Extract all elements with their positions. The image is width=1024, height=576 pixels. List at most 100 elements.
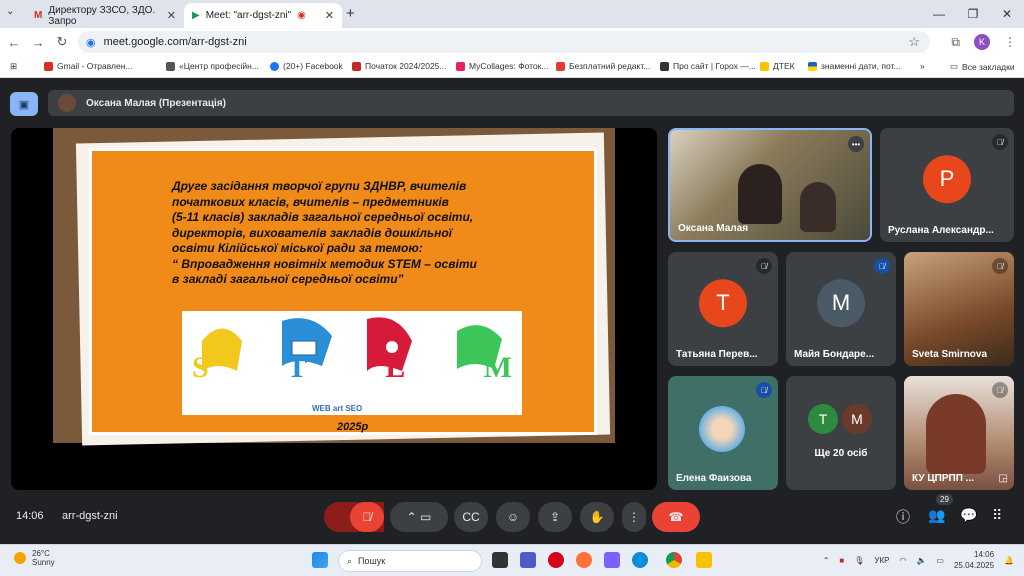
participant-tile[interactable]: 🎙̸ Sveta Smirnova xyxy=(904,252,1014,366)
tab-2-title: Meet: "arr-dgst-zni" xyxy=(205,10,292,21)
tab-1-title: Директору ЗЗСО, ЗДО. Запро xyxy=(48,4,156,27)
chat-icon[interactable]: 💬 xyxy=(960,507,977,524)
taskbar: 26°C Sunny ⌕ Пошук ⌃ ■ 🎙 УКР ◠ 🔈 ▭ 14:06… xyxy=(0,544,1024,576)
present-button[interactable]: ⇪ xyxy=(538,502,572,532)
bookmark-dtek[interactable]: ДТЕК xyxy=(760,61,795,71)
stem-t: T xyxy=(287,351,308,384)
site-info-icon[interactable]: ◉ xyxy=(86,36,96,49)
participant-avatar: М xyxy=(842,404,872,434)
more-options-icon[interactable]: ••• xyxy=(848,136,864,152)
presentation-stage: Друге засідання творчої групи ЗДНВР, вчи… xyxy=(11,128,657,490)
new-tab-button[interactable]: + xyxy=(346,5,355,22)
speaking-icon: 🎙̸ xyxy=(756,382,772,398)
menu-icon[interactable]: ⋮ xyxy=(1004,35,1016,49)
presentation-layout-button[interactable]: ▣ xyxy=(10,92,38,116)
app-tray-icon[interactable]: ■ xyxy=(839,556,844,565)
participant-tile[interactable]: ••• Оксана Малая xyxy=(668,128,872,242)
facebook-icon xyxy=(270,61,279,71)
bookmark-editor[interactable]: Безплатний редакт... xyxy=(556,61,650,71)
speaking-icon: 🎙̸ xyxy=(874,258,890,274)
clock[interactable]: 14:06 25.04.2025 xyxy=(954,549,994,571)
forward-button[interactable]: → xyxy=(28,35,48,50)
participant-avatar: Т xyxy=(808,404,838,434)
close-icon[interactable]: ✕ xyxy=(167,9,176,22)
people-icon[interactable]: 👥 xyxy=(928,507,945,524)
person-silhouette xyxy=(738,164,782,224)
more-bookmarks-icon[interactable]: » xyxy=(920,61,925,71)
slide-line: (5-11 класів) закладів загальної середнь… xyxy=(172,210,474,224)
reload-button[interactable]: ↻ xyxy=(52,34,72,50)
weather-widget[interactable]: 26°C Sunny xyxy=(14,549,55,567)
participant-tile[interactable]: М 🎙̸ Майя Бондаре... xyxy=(786,252,896,366)
meet-area: ▣ Оксана Малая (Презентація) Друге засід… xyxy=(0,78,1024,544)
presenter-label: Оксана Малая (Презентація) xyxy=(86,97,226,109)
opera-icon[interactable] xyxy=(548,552,564,568)
stem-e: E xyxy=(385,351,406,384)
dtek-icon xyxy=(760,61,769,71)
bookmark-mycollages[interactable]: MyCollages: Фоток... xyxy=(456,61,548,71)
bookmark-dates[interactable]: знаменні дати, пот... xyxy=(808,61,901,71)
pip-icon[interactable]: ◲ xyxy=(999,473,1008,484)
apps-icon[interactable]: ⊞ xyxy=(10,61,17,72)
close-icon[interactable]: ✕ xyxy=(325,9,334,22)
bookmark-centre[interactable]: «Центр професійн... xyxy=(166,61,259,71)
edge-icon[interactable] xyxy=(632,552,648,568)
close-window-button[interactable]: ✕ xyxy=(990,0,1024,28)
bookmark-gmail[interactable]: Gmail - Отравлен... xyxy=(44,61,133,71)
file-explorer-icon[interactable] xyxy=(696,552,712,568)
restore-button[interactable]: ❐ xyxy=(956,0,990,28)
bookmark-horokh[interactable]: Про сайт | Горох —... xyxy=(660,61,756,71)
search-icon: ⌕ xyxy=(347,555,353,566)
leave-call-button[interactable]: ☎ xyxy=(652,502,700,532)
profile-avatar[interactable]: K xyxy=(974,34,990,50)
notifications-icon[interactable]: 🔔 xyxy=(1004,556,1014,565)
participant-tile[interactable]: Т 🎙̸ Татьяна Перев... xyxy=(668,252,778,366)
bookmark-star-icon[interactable]: ☆ xyxy=(908,34,920,50)
more-participants-tile[interactable]: Т М Ще 20 осіб xyxy=(786,376,896,490)
copilot-icon[interactable] xyxy=(604,552,620,568)
extensions-icon[interactable]: ⧉ xyxy=(951,35,960,50)
mic-off-button[interactable]: 🎙̸ xyxy=(350,502,384,532)
taskbar-search[interactable]: ⌕ Пошук xyxy=(338,550,482,572)
participant-photo xyxy=(699,406,745,452)
start-icon[interactable] xyxy=(312,552,328,568)
back-button[interactable]: ← xyxy=(4,35,24,50)
url-bar[interactable]: ◉ meet.google.com/arr-dgst-zni ☆ xyxy=(78,31,930,53)
participant-tile[interactable]: 🎙̸ КУ ЦПРПП ... ◲ xyxy=(904,376,1014,490)
firefox-icon[interactable] xyxy=(576,552,592,568)
tab-list-button[interactable]: ⌄ xyxy=(6,6,14,17)
globe-icon xyxy=(166,61,175,71)
slide-line: директорів, вихователів закладів дошкіль… xyxy=(172,225,453,240)
more-options-button[interactable]: ⋮ xyxy=(622,502,646,532)
all-bookmarks[interactable]: ▭ Все закладки xyxy=(950,61,1015,72)
wifi-icon[interactable]: ◠ xyxy=(899,556,906,565)
reactions-button[interactable]: ☺ xyxy=(496,502,530,532)
tab-1[interactable]: M Директору ЗЗСО, ЗДО. Запро ✕ xyxy=(26,3,184,28)
bookmark-facebook[interactable]: (20+) Facebook xyxy=(270,61,343,71)
language-indicator[interactable]: УКР xyxy=(874,556,889,565)
system-tray: ⌃ ■ 🎙 УКР ◠ 🔈 ▭ 14:06 25.04.2025 🔔 xyxy=(823,549,1014,571)
participant-avatar: М xyxy=(817,279,865,328)
captions-button[interactable]: CC xyxy=(454,502,488,532)
camera-button[interactable]: ⌃ ▭ xyxy=(390,502,448,532)
battery-icon[interactable]: ▭ xyxy=(936,556,944,565)
slide-orange-panel: Друге засідання творчої групи ЗДНВР, вчи… xyxy=(89,148,597,435)
sun-icon xyxy=(14,552,26,564)
tab-2[interactable]: ▶ Meet: "arr-dgst-zni" ◉ ✕ xyxy=(184,3,342,28)
mic-icon[interactable]: 🎙 xyxy=(854,556,864,565)
activities-icon[interactable]: ⠿ xyxy=(992,507,1002,524)
meeting-code: arr-dgst-zni xyxy=(62,510,118,522)
minimize-button[interactable]: — xyxy=(922,0,956,28)
raise-hand-button[interactable]: ✋ xyxy=(580,502,614,532)
teams-icon[interactable] xyxy=(520,552,536,568)
participant-tile[interactable]: Р 🎙̸ Руслана Александр... xyxy=(880,128,1014,242)
volume-icon[interactable]: 🔈 xyxy=(916,556,926,565)
chrome-icon[interactable] xyxy=(666,552,682,568)
mic-off-icon: 🎙̸ xyxy=(992,382,1008,398)
chevron-up-icon[interactable]: ⌃ xyxy=(823,556,830,565)
info-icon[interactable]: ⓘ xyxy=(896,507,910,527)
participant-tile[interactable]: 🎙̸ Елена Фаизова xyxy=(668,376,778,490)
bookmark-start[interactable]: Початок 2024/2025... xyxy=(352,61,447,71)
presenter-avatar xyxy=(58,94,76,112)
task-view-icon[interactable] xyxy=(492,552,508,568)
